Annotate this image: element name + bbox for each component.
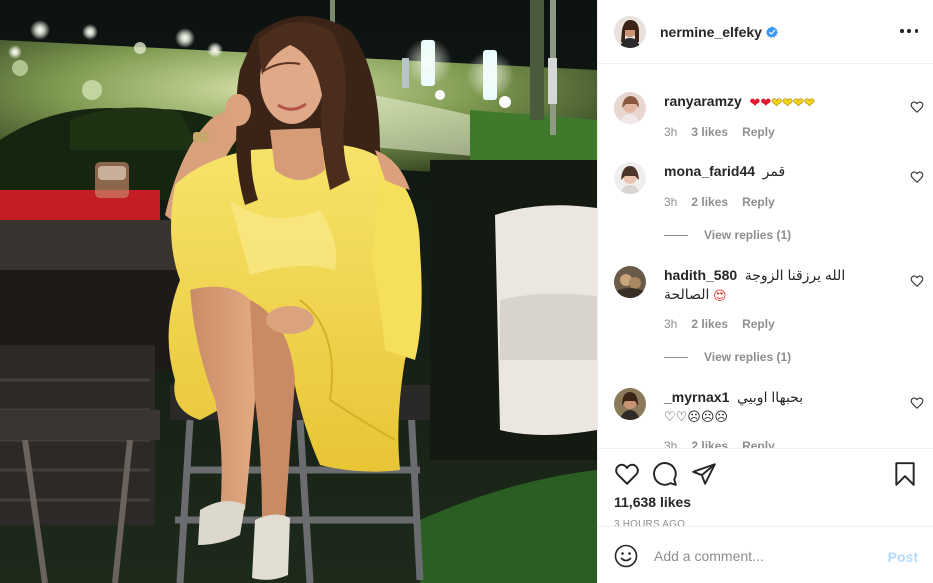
- comment-time: 3h: [664, 125, 678, 139]
- comment-time: 3h: [664, 195, 678, 209]
- add-comment-bar: Post: [598, 526, 933, 583]
- heart-outline-icon[interactable]: [614, 461, 640, 487]
- author-avatar[interactable]: [614, 15, 646, 48]
- comment-like-heart-icon[interactable]: [910, 170, 924, 184]
- comment-likes[interactable]: 2 likes: [691, 317, 728, 331]
- smiley-icon[interactable]: [614, 544, 638, 568]
- photo-illustration: [0, 0, 597, 583]
- comment-body: _myrnax1 بحبهاا اوبيي ♡♡☹☹☹: [664, 388, 864, 425]
- comment-body: hadith_580 الله يرزقنا الزوجة الصالحة 😍: [664, 266, 854, 304]
- view-replies-button[interactable]: View replies (1): [664, 350, 791, 364]
- commenter-username[interactable]: hadith_580: [664, 267, 737, 283]
- commenter-avatar[interactable]: [614, 162, 646, 194]
- comment-icon[interactable]: [652, 461, 678, 487]
- post-actions: 11,638 likes 3 HOURS AGO: [598, 448, 933, 530]
- commenter-avatar[interactable]: [614, 266, 646, 298]
- comment-likes[interactable]: 3 likes: [691, 125, 728, 139]
- comment-likes[interactable]: 2 likes: [691, 439, 728, 448]
- comment-input[interactable]: [654, 547, 874, 565]
- comment-emoji-heart-eyes: 😍: [713, 289, 727, 304]
- comment-time: 3h: [664, 439, 678, 448]
- comment-time: 3h: [664, 317, 678, 331]
- commenter-avatar[interactable]: [614, 388, 646, 420]
- comment-meta: 3h 2 likes Reply: [664, 439, 789, 448]
- commenter-avatar[interactable]: [614, 92, 646, 124]
- comment-body: ranyaramzy ❤❤❤❤❤❤: [664, 92, 884, 111]
- verified-badge-icon: [765, 25, 778, 38]
- comment-body: mona_farid44 قمر: [664, 162, 884, 181]
- commenter-username[interactable]: ranyaramzy: [664, 93, 742, 109]
- comment-text: قمر: [762, 163, 786, 179]
- bookmark-icon[interactable]: [892, 461, 918, 487]
- reply-button[interactable]: Reply: [742, 439, 775, 448]
- view-replies-label: View replies (1): [704, 228, 792, 242]
- action-icons-row: [614, 461, 918, 487]
- comment-meta: 3h 2 likes Reply: [664, 195, 789, 209]
- view-replies-button[interactable]: View replies (1): [664, 228, 791, 242]
- commenter-username[interactable]: _myrnax1: [664, 389, 729, 405]
- author-username[interactable]: nermine_elfeky: [660, 24, 762, 40]
- comment-item: hadith_580 الله يرزقنا الزوجة الصالحة 😍 …: [614, 266, 924, 366]
- replies-divider: [664, 234, 688, 236]
- comment-like-heart-icon[interactable]: [910, 396, 924, 410]
- comment-text: بحبهاا اوبيي: [737, 389, 804, 405]
- comment-meta: 3h 3 likes Reply: [664, 125, 789, 139]
- commenter-username[interactable]: mona_farid44: [664, 163, 755, 179]
- comment-emojis-red-hearts: ❤❤: [749, 96, 772, 111]
- reply-button[interactable]: Reply: [742, 317, 775, 331]
- comment-item: mona_farid44 قمر 3h 2 likes Reply View rep…: [614, 162, 924, 247]
- instagram-post: nermine_elfeky ranyaramzy ❤❤❤❤❤❤ 3h 3 li…: [0, 0, 933, 583]
- post-header: nermine_elfeky: [598, 0, 933, 64]
- comment-item: ranyaramzy ❤❤❤❤❤❤ 3h 3 likes Reply: [614, 92, 924, 152]
- post-photo[interactable]: [0, 0, 597, 583]
- comments-list: ranyaramzy ❤❤❤❤❤❤ 3h 3 likes Reply mona_…: [598, 64, 933, 448]
- comment-emojis-yellow-hearts: ❤❤❤❤: [771, 96, 815, 111]
- reply-button[interactable]: Reply: [742, 125, 775, 139]
- more-options-icon[interactable]: [900, 22, 918, 40]
- post-comment-button[interactable]: Post: [888, 549, 918, 565]
- comment-like-heart-icon[interactable]: [910, 274, 924, 288]
- comment-likes[interactable]: 2 likes: [691, 195, 728, 209]
- paper-plane-icon[interactable]: [691, 461, 717, 487]
- comment-meta: 3h 2 likes Reply: [664, 317, 789, 331]
- replies-divider: [664, 356, 688, 358]
- reply-button[interactable]: Reply: [742, 195, 775, 209]
- comment-emojis: ♡♡☹☹☹: [664, 410, 728, 425]
- comment-item: _myrnax1 بحبهاا اوبيي ♡♡☹☹☹ 3h 2 likes Rep…: [614, 388, 924, 448]
- post-side-panel: nermine_elfeky ranyaramzy ❤❤❤❤❤❤ 3h 3 li…: [597, 0, 933, 583]
- likes-count[interactable]: 11,638 likes: [614, 494, 691, 510]
- comment-like-heart-icon[interactable]: [910, 100, 924, 114]
- view-replies-label: View replies (1): [704, 350, 792, 364]
